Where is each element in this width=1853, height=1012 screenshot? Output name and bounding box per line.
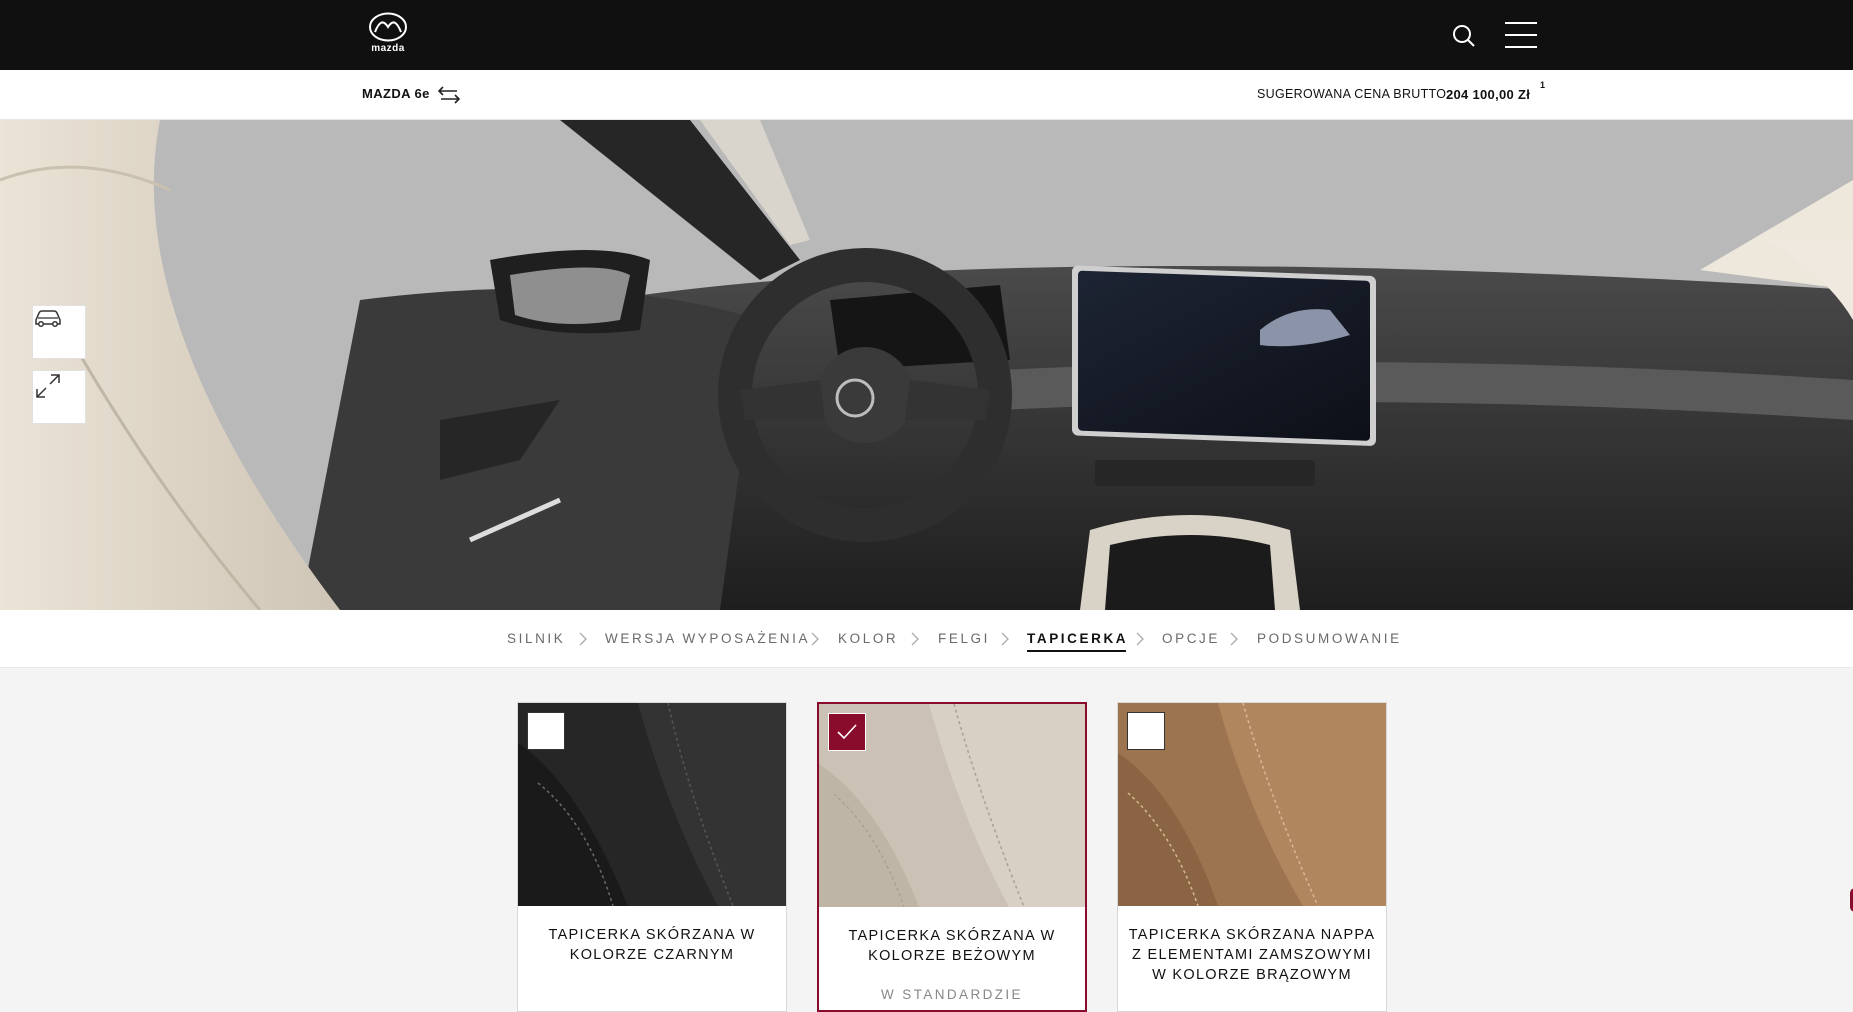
option-checkbox[interactable] [828, 713, 866, 751]
checkmark-icon [837, 724, 857, 740]
chevron-right-icon [1136, 632, 1144, 646]
step-tapicerka[interactable]: TAPICERKA [1027, 631, 1128, 652]
exterior-view-button[interactable] [32, 305, 86, 359]
upholstery-title: TAPICERKA SKÓRZANA W KOLORZE CZARNYM [548, 927, 756, 963]
step-kolor[interactable]: KOLOR [838, 631, 898, 646]
price-value: 204 100,00 Zł [1446, 87, 1531, 102]
option-checkbox[interactable] [1127, 712, 1165, 750]
change-model-button[interactable] [437, 84, 461, 106]
upholstery-option-black[interactable]: TAPICERKA SKÓRZANA W KOLORZE CZARNYM [517, 702, 787, 1012]
step-felgi[interactable]: FELGI [938, 631, 990, 646]
upholstery-option-beige[interactable]: TAPICERKA SKÓRZANA W KOLORZE BEŻOWYM W S… [817, 702, 1087, 1012]
swap-arrows-icon [437, 86, 461, 104]
upholstery-title: TAPICERKA SKÓRZANA NAPPA Z ELEMENTAMI ZA… [1128, 927, 1376, 983]
upholstery-option-brown[interactable]: TAPICERKA SKÓRZANA NAPPA Z ELEMENTAMI ZA… [1117, 702, 1387, 1012]
mazda-logo-icon [369, 12, 407, 42]
chevron-right-icon [811, 632, 819, 646]
step-podsumowanie[interactable]: PODSUMOWANIE [1257, 631, 1402, 646]
mazda-logo[interactable]: mazda [364, 12, 412, 56]
upholstery-title: TAPICERKA SKÓRZANA W KOLORZE BEŻOWYM [848, 928, 1056, 964]
chevron-right-icon [1001, 632, 1009, 646]
chevron-right-icon [911, 632, 919, 646]
step-wersja-wyposazenia[interactable]: WERSJA WYPOSAŻENIA [605, 631, 810, 646]
step-silnik[interactable]: SILNIK [507, 631, 565, 646]
hamburger-menu-icon [1505, 22, 1537, 24]
search-button[interactable] [1450, 22, 1478, 50]
price-footnote[interactable]: 1 [1540, 80, 1545, 90]
chevron-right-icon [1230, 632, 1238, 646]
model-name: MAZDA 6e [362, 86, 430, 101]
fullscreen-button[interactable] [32, 370, 86, 424]
standard-badge: W STANDARDZIE [881, 987, 1023, 1002]
menu-button[interactable] [1505, 20, 1537, 50]
hamburger-line [1505, 46, 1537, 48]
price-label: SUGEROWANA CENA BRUTTO [1257, 87, 1447, 101]
option-checkbox[interactable] [527, 712, 565, 750]
expand-icon [36, 374, 60, 398]
top-navigation-bar: mazda [0, 0, 1853, 70]
hamburger-line [1505, 34, 1537, 36]
configurator-steps: SILNIK WERSJA WYPOSAŻENIA KOLOR FELGI TA… [0, 610, 1853, 668]
interior-illustration [0, 120, 1853, 610]
step-opcje[interactable]: OPCJE [1162, 631, 1220, 646]
chevron-right-icon [579, 632, 587, 646]
search-icon [1453, 25, 1475, 47]
interior-preview [0, 120, 1853, 610]
model-bar: MAZDA 6e SUGEROWANA CENA BRUTTO 204 100,… [0, 70, 1853, 120]
logo-text: mazda [371, 43, 405, 54]
car-exterior-icon [35, 310, 61, 328]
